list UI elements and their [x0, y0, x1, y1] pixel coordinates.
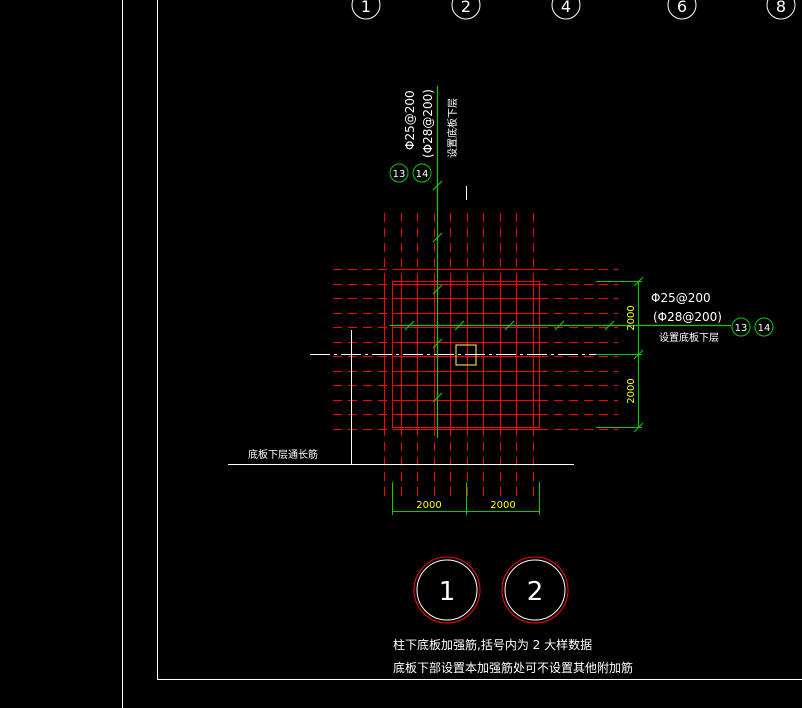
horizontal-callout-circle-13: 13	[731, 317, 751, 337]
vertical-callout-main: Φ25@200	[403, 90, 417, 150]
axis-bubble-8: 8	[766, 0, 796, 20]
tick-marks	[404, 180, 615, 403]
rebar-reinforcement-mesh	[384, 269, 540, 430]
note-line-2: 底板下部设置本加强筋处可不设置其他附加筋	[393, 660, 633, 675]
vertical-callout-circle-14: 14	[412, 163, 432, 183]
axis-label: 8	[776, 0, 786, 16]
drawing-frame	[122, 0, 802, 708]
axis-bubble-6: 6	[667, 0, 697, 20]
base-rebar-label: 底板下层通长筋	[248, 448, 318, 461]
horizontal-callout-main: Φ25@200	[651, 291, 711, 305]
horizontal-callout-note: 设置底板下层	[659, 331, 719, 344]
horizontal-callout-alt: (Φ28@200)	[653, 310, 722, 324]
dimension-lines	[392, 276, 644, 515]
axis-bubble-2: 2	[451, 0, 481, 20]
circle-label: 13	[393, 169, 406, 180]
grid-axis-markers: 1 2 4 6 8	[351, 0, 796, 20]
circle-label: 14	[416, 169, 429, 180]
vertical-callout-alt: (Φ28@200)	[421, 89, 435, 158]
dim-text-right-lower: 2000	[626, 378, 637, 403]
detail-label: 2	[527, 577, 544, 607]
vertical-rebar-callout: Φ25@200 (Φ28@200) 设置底板下层 13 14	[389, 89, 459, 183]
axis-bubble-1: 1	[351, 0, 381, 20]
horizontal-rebar-callout: Φ25@200 (Φ28@200) 设置底板下层 13 14	[651, 291, 774, 344]
axis-label: 2	[461, 0, 471, 16]
circle-label: 13	[735, 323, 748, 334]
circle-label: 14	[758, 323, 771, 334]
cad-drawing-canvas: 1 2 4 6 8 2000 2000 2000 2000 Φ25@200 (Φ…	[122, 0, 802, 708]
vertical-callout-circle-13: 13	[389, 163, 409, 183]
vertical-callout-note: 设置底板下层	[446, 98, 459, 158]
axis-label: 6	[677, 0, 687, 16]
detail-label: 1	[439, 577, 456, 607]
dim-text-bottom-right: 2000	[490, 500, 515, 511]
detail-circle-2: 2	[501, 556, 569, 624]
axis-label: 4	[561, 0, 571, 16]
axis-bubble-4: 4	[551, 0, 581, 20]
detail-circle-1: 1	[413, 556, 481, 624]
axis-label: 1	[361, 0, 371, 16]
dim-text-right-upper: 2000	[626, 305, 637, 330]
dim-text-bottom-left: 2000	[416, 500, 441, 511]
horizontal-callout-circle-14: 14	[754, 317, 774, 337]
note-line-1: 柱下底板加强筋,括号内为 2 大样数据	[393, 637, 592, 652]
